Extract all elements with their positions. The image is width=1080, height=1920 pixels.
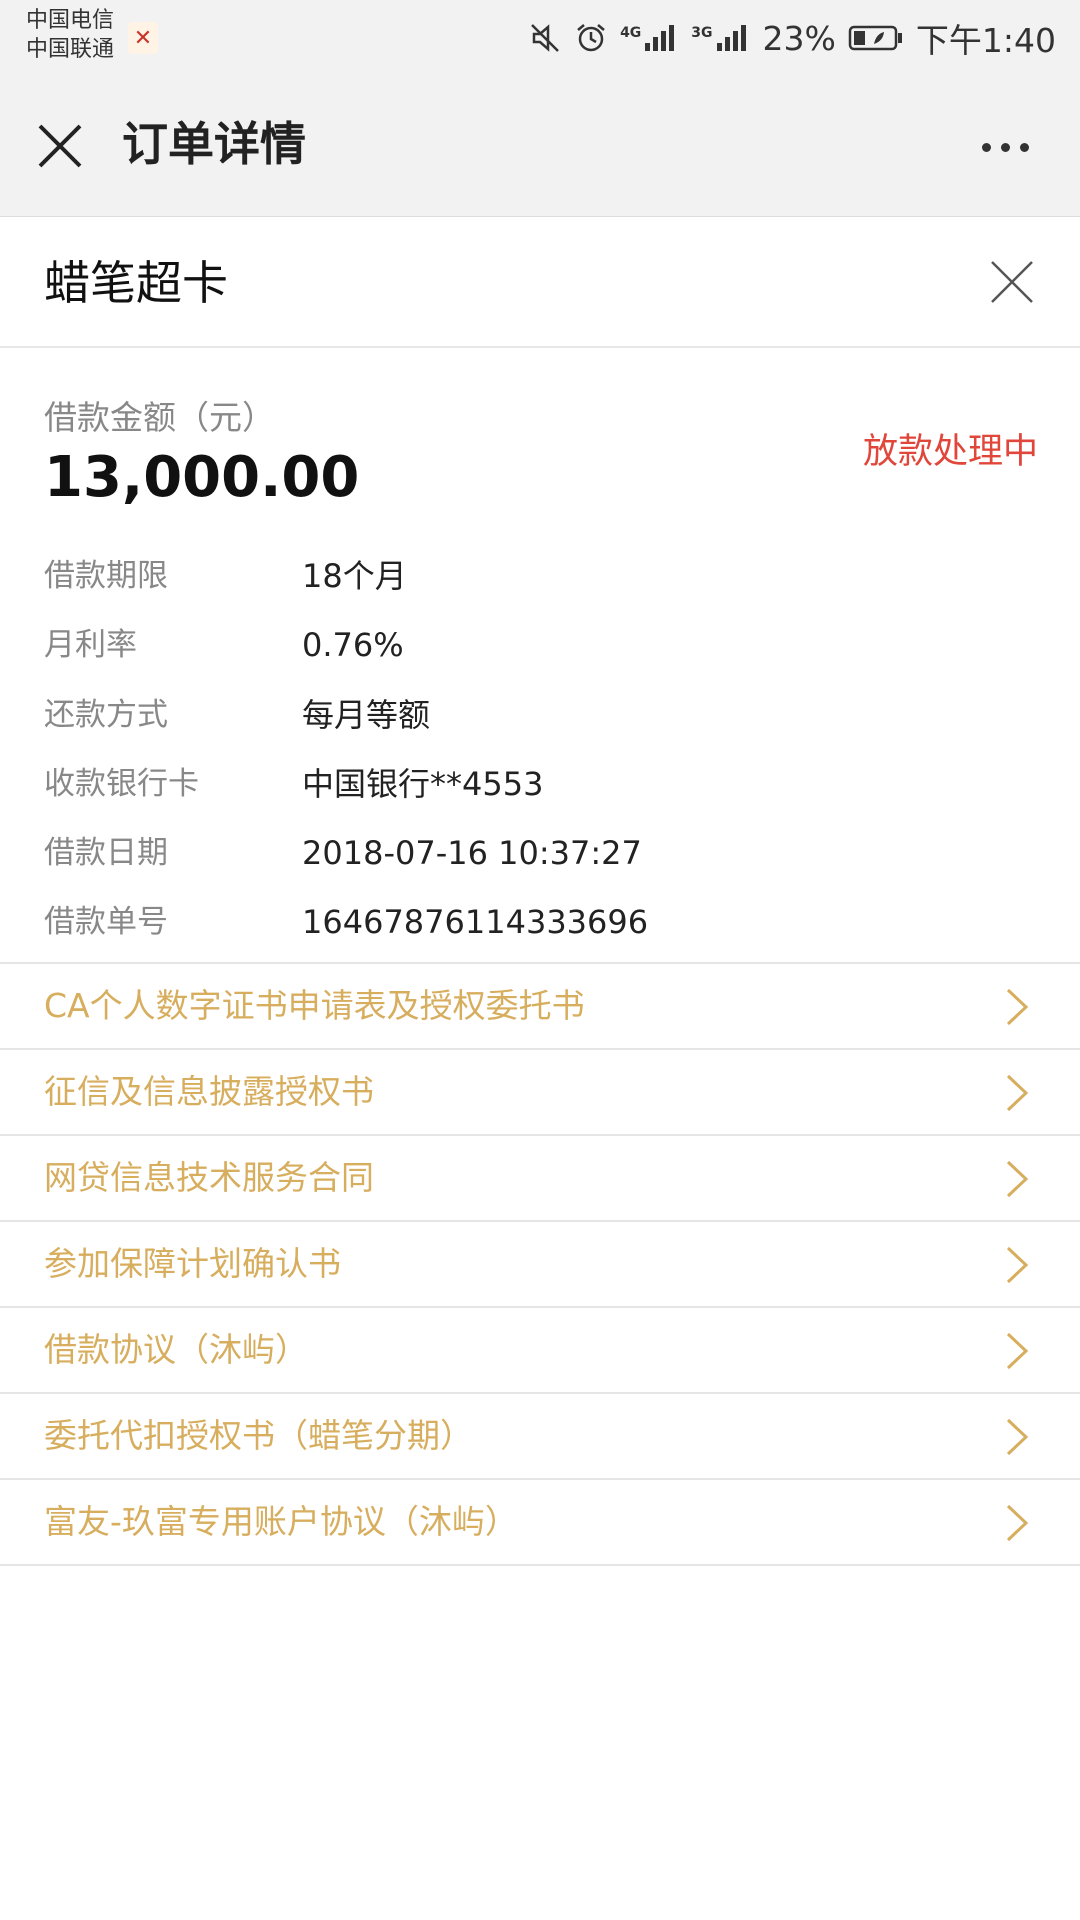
detail-row-rate: 月利率 0.76%: [44, 620, 1034, 670]
detail-label: 借款日期: [44, 835, 168, 871]
close-icon[interactable]: [30, 116, 90, 176]
carrier-names: 中国电信 中国联通: [26, 6, 114, 64]
document-label: 网贷信息技术服务合同: [44, 1158, 374, 1197]
detail-row-bank-card: 收款银行卡 中国银行**4553: [44, 759, 1034, 809]
amount-label: 借款金额（元）: [44, 398, 275, 437]
signal-3g-icon: 3G: [691, 23, 750, 53]
detail-value: 16467876114333696: [302, 903, 649, 941]
document-link-protection-plan[interactable]: 参加保障计划确认书: [0, 1222, 1080, 1308]
detail-row-order-number: 借款单号 16467876114333696: [44, 897, 1034, 947]
carrier-2: 中国联通: [26, 37, 115, 62]
product-name: 蜡笔超卡: [44, 256, 228, 310]
document-link-account-agreement[interactable]: 富友-玖富专用账户协议（沐屿）: [0, 1480, 1080, 1566]
detail-label: 还款方式: [44, 697, 168, 733]
document-link-debit-authorization[interactable]: 委托代扣授权书（蜡笔分期）: [0, 1394, 1080, 1480]
detail-value: 中国银行**4553: [302, 765, 544, 803]
chevron-right-icon: [1006, 1418, 1029, 1456]
battery-icon: [848, 24, 904, 52]
chevron-right-icon: [1006, 1160, 1029, 1198]
chevron-right-icon: [1006, 1332, 1029, 1370]
product-close-icon[interactable]: [984, 254, 1040, 310]
document-label: 参加保障计划确认书: [44, 1244, 341, 1283]
more-icon[interactable]: [970, 122, 1040, 172]
document-label: 借款协议（沐屿）: [44, 1330, 308, 1369]
detail-value: 2018-07-16 10:37:27: [302, 834, 642, 872]
document-link-loan-agreement[interactable]: 借款协议（沐屿）: [0, 1308, 1080, 1394]
detail-label: 借款单号: [44, 904, 168, 940]
detail-row-term: 借款期限 18个月: [44, 551, 1034, 601]
carrier-1: 中国电信: [26, 8, 115, 33]
signal-4g-label: 4G: [620, 25, 642, 41]
page-title: 订单详情: [122, 117, 306, 171]
chevron-right-icon: [1006, 988, 1029, 1026]
clock: 下午1:40: [915, 21, 1056, 60]
amount-value: 13,000.00: [44, 445, 360, 510]
detail-label: 月利率: [44, 627, 137, 663]
more-dot: [981, 142, 991, 152]
document-label: 富友-玖富专用账户协议（沐屿）: [44, 1502, 518, 1541]
document-label: CA个人数字证书申请表及授权委托书: [44, 986, 585, 1025]
status-bar: 中国电信 中国联通 ✕ 4G 3G 23% 下午1:40: [0, 0, 1080, 78]
title-bar: 订单详情: [0, 78, 1080, 217]
document-label: 委托代扣授权书（蜡笔分期）: [44, 1416, 473, 1455]
chevron-right-icon: [1006, 1074, 1029, 1112]
document-link-ca-certificate[interactable]: CA个人数字证书申请表及授权委托书: [0, 964, 1080, 1050]
mute-icon: [528, 21, 562, 55]
document-label: 征信及信息披露授权书: [44, 1072, 374, 1111]
document-list: CA个人数字证书申请表及授权委托书 征信及信息披露授权书 网贷信息技术服务合同 …: [0, 964, 1080, 1566]
product-header: 蜡笔超卡: [0, 218, 1080, 348]
more-dot: [1000, 142, 1010, 152]
signal-3g-label: 3G: [691, 25, 713, 41]
status-badge: 放款处理中: [862, 432, 1038, 472]
detail-value: 18个月: [302, 557, 407, 595]
detail-label: 借款期限: [44, 558, 168, 594]
more-dot: [1019, 142, 1029, 152]
detail-row-date: 借款日期 2018-07-16 10:37:27: [44, 828, 1034, 878]
document-link-service-contract[interactable]: 网贷信息技术服务合同: [0, 1136, 1080, 1222]
detail-value: 每月等额: [302, 696, 431, 734]
document-link-credit-authorization[interactable]: 征信及信息披露授权书: [0, 1050, 1080, 1136]
detail-label: 收款银行卡: [44, 766, 199, 802]
chevron-right-icon: [1006, 1504, 1029, 1542]
alarm-icon: [574, 21, 608, 55]
carrier-app-icon: ✕: [128, 22, 158, 54]
detail-row-repayment: 还款方式 每月等额: [44, 690, 1034, 740]
signal-4g-icon: 4G: [620, 23, 679, 53]
chevron-right-icon: [1006, 1246, 1029, 1284]
battery-percent: 23%: [762, 18, 836, 58]
status-icons: 4G 3G 23% 下午1:40: [528, 14, 1056, 62]
detail-value: 0.76%: [302, 626, 404, 664]
